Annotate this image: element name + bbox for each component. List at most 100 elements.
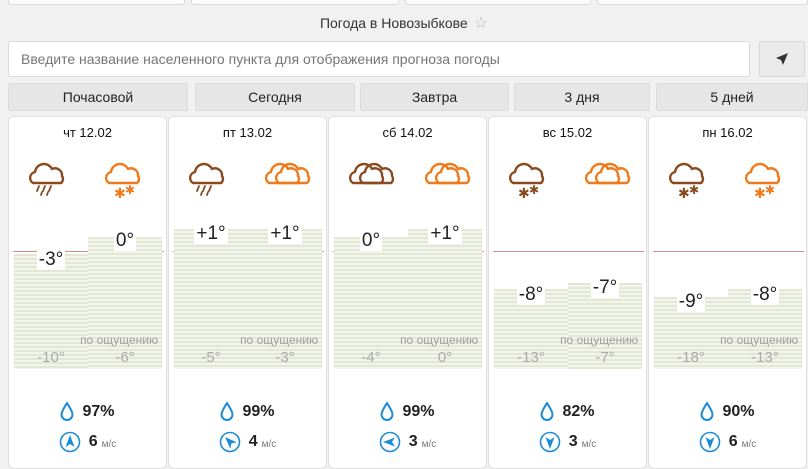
temperature-text: +1°	[194, 223, 228, 244]
humidity: 90%	[649, 402, 806, 421]
temperature-text: -9°	[676, 291, 706, 312]
cloud-orange-icon	[423, 161, 473, 206]
cloud-snow-brown-icon: ✱ ✱	[507, 161, 557, 206]
svg-text:✱: ✱	[689, 183, 699, 197]
day-date: вс 15.02	[542, 125, 593, 140]
water-drop-icon	[540, 402, 554, 421]
wind-unit: м/с	[741, 438, 757, 450]
cloud-orange-icon	[263, 161, 313, 206]
water-drop-icon	[60, 402, 74, 421]
tab-5-days[interactable]: 5 дней	[656, 83, 808, 111]
city-search-input[interactable]	[8, 41, 750, 77]
svg-text:✱: ✱	[678, 186, 690, 201]
star-icon[interactable]: ☆	[474, 15, 488, 32]
cloud-snow-orange-icon: ✱ ✱	[743, 161, 793, 206]
temperature-text: -3°	[36, 249, 66, 270]
temperature-value: +1°	[174, 223, 248, 245]
temperature-text: 0°	[113, 230, 137, 251]
feels-like-value: -7°	[595, 349, 615, 366]
temperature-value: 0°	[88, 230, 162, 252]
tab-3-days[interactable]: 3 дня	[514, 83, 650, 111]
wind-speed-value: 6	[88, 433, 98, 450]
feels-like-value: -5°	[201, 349, 221, 366]
wind: 4 м/с	[169, 431, 326, 453]
zero-reference-line	[653, 251, 804, 252]
temperature-value: +1°	[408, 223, 482, 245]
wind-unit: м/с	[261, 438, 277, 450]
humidity: 97%	[9, 402, 166, 421]
wind: 6 м/с	[649, 431, 806, 453]
wind-unit: м/с	[581, 438, 597, 450]
temperature-value: +1°	[248, 223, 322, 245]
temperature-text: +1°	[268, 223, 302, 244]
day-date: сб 14.02	[382, 125, 433, 140]
wind: 3 м/с	[329, 431, 486, 453]
day-card[interactable]: пн 16.02 ✱ ✱ ✱ ✱ -9° -18° -8° -13° по ощущению 90%…	[648, 116, 807, 469]
tab-hourly[interactable]: Почасовой	[8, 83, 188, 111]
wind-unit: м/с	[421, 438, 437, 450]
wind-speed-value: 6	[728, 433, 738, 450]
temperature-text: -7°	[590, 277, 620, 298]
temperature-bar	[248, 229, 322, 369]
wind-speed-value: 3	[408, 433, 418, 450]
day-card[interactable]: пт 13.02 +1° -5° +1° -3° по ощущению 99% 4 м/с	[168, 116, 327, 469]
wind-direction-icon	[539, 431, 561, 453]
feels-like-value: -3°	[275, 349, 295, 366]
zero-reference-line	[493, 251, 644, 252]
top-stub	[405, 0, 591, 5]
feels-like-label: по ощущению	[560, 333, 638, 347]
cloud-snow-orange-icon: ✱ ✱	[103, 161, 153, 206]
wind-direction-icon	[379, 431, 401, 453]
cloud-rain-brown-icon	[187, 161, 237, 206]
temperature-text: -8°	[516, 284, 546, 305]
feels-like-value: -13°	[517, 349, 545, 366]
feels-like-value: -18°	[677, 349, 705, 366]
feels-like-label: по ощущению	[80, 333, 158, 347]
svg-text:✱: ✱	[754, 186, 766, 201]
tab-tomorrow[interactable]: Завтра	[360, 83, 509, 111]
temperature-bar	[174, 229, 248, 369]
water-drop-icon	[220, 402, 234, 421]
wind-direction-icon	[59, 431, 81, 453]
tab-today[interactable]: Сегодня	[195, 83, 355, 111]
forecast-days: чт 12.02 ✱ ✱ -3° -10° 0° -6° по ощущению 97% 6 м/с…	[8, 116, 808, 469]
top-tab-stubs	[0, 0, 808, 6]
temperature-text: 0°	[359, 230, 383, 251]
svg-text:✱: ✱	[114, 186, 126, 201]
wind: 3 м/с	[489, 431, 646, 453]
humidity-value: 90%	[722, 402, 755, 420]
page-header: Погода в Новозыбкове ☆	[0, 13, 808, 33]
humidity-value: 82%	[562, 402, 595, 420]
temperature-text: +1°	[428, 223, 462, 244]
svg-text:✱: ✱	[518, 186, 530, 201]
cloud-snow-brown-icon: ✱ ✱	[667, 161, 717, 206]
day-card[interactable]: чт 12.02 ✱ ✱ -3° -10° 0° -6° по ощущению 97% 6 м/с	[8, 116, 167, 469]
feels-like-value: 0°	[437, 349, 453, 366]
temperature-value: -8°	[728, 284, 802, 306]
day-date: чт 12.02	[63, 125, 112, 140]
temperature-value: -9°	[654, 291, 728, 313]
top-stub	[597, 0, 808, 5]
temperature-value: 0°	[334, 230, 408, 252]
humidity-value: 97%	[82, 402, 115, 420]
page-title: Погода в Новозыбкове	[319, 15, 468, 31]
feels-like-value: -10°	[37, 349, 65, 366]
feels-like-label: по ощущению	[240, 333, 318, 347]
water-drop-icon	[380, 402, 394, 421]
wind-speed-value: 3	[568, 433, 578, 450]
svg-text:✱: ✱	[765, 183, 775, 197]
feels-like-label: по ощущению	[400, 333, 478, 347]
svg-text:✱: ✱	[125, 183, 135, 197]
cloud-orange-icon	[583, 161, 633, 206]
day-card[interactable]: сб 14.02 0° -4° +1° 0° по ощущению 99% 3 м/с	[328, 116, 487, 469]
humidity-value: 99%	[402, 402, 435, 420]
feels-like-value: -6°	[115, 349, 135, 366]
locate-button[interactable]	[759, 41, 805, 77]
wind-direction-icon	[219, 431, 241, 453]
feels-like-label: по ощущению	[720, 333, 798, 347]
temperature-value: -3°	[14, 249, 88, 271]
wind-unit: м/с	[101, 438, 117, 450]
day-card[interactable]: вс 15.02 ✱ ✱ -8° -13° -7° -7° по ощущению 82% 3 м/…	[488, 116, 647, 469]
humidity: 99%	[329, 402, 486, 421]
day-date: пн 16.02	[702, 125, 753, 140]
